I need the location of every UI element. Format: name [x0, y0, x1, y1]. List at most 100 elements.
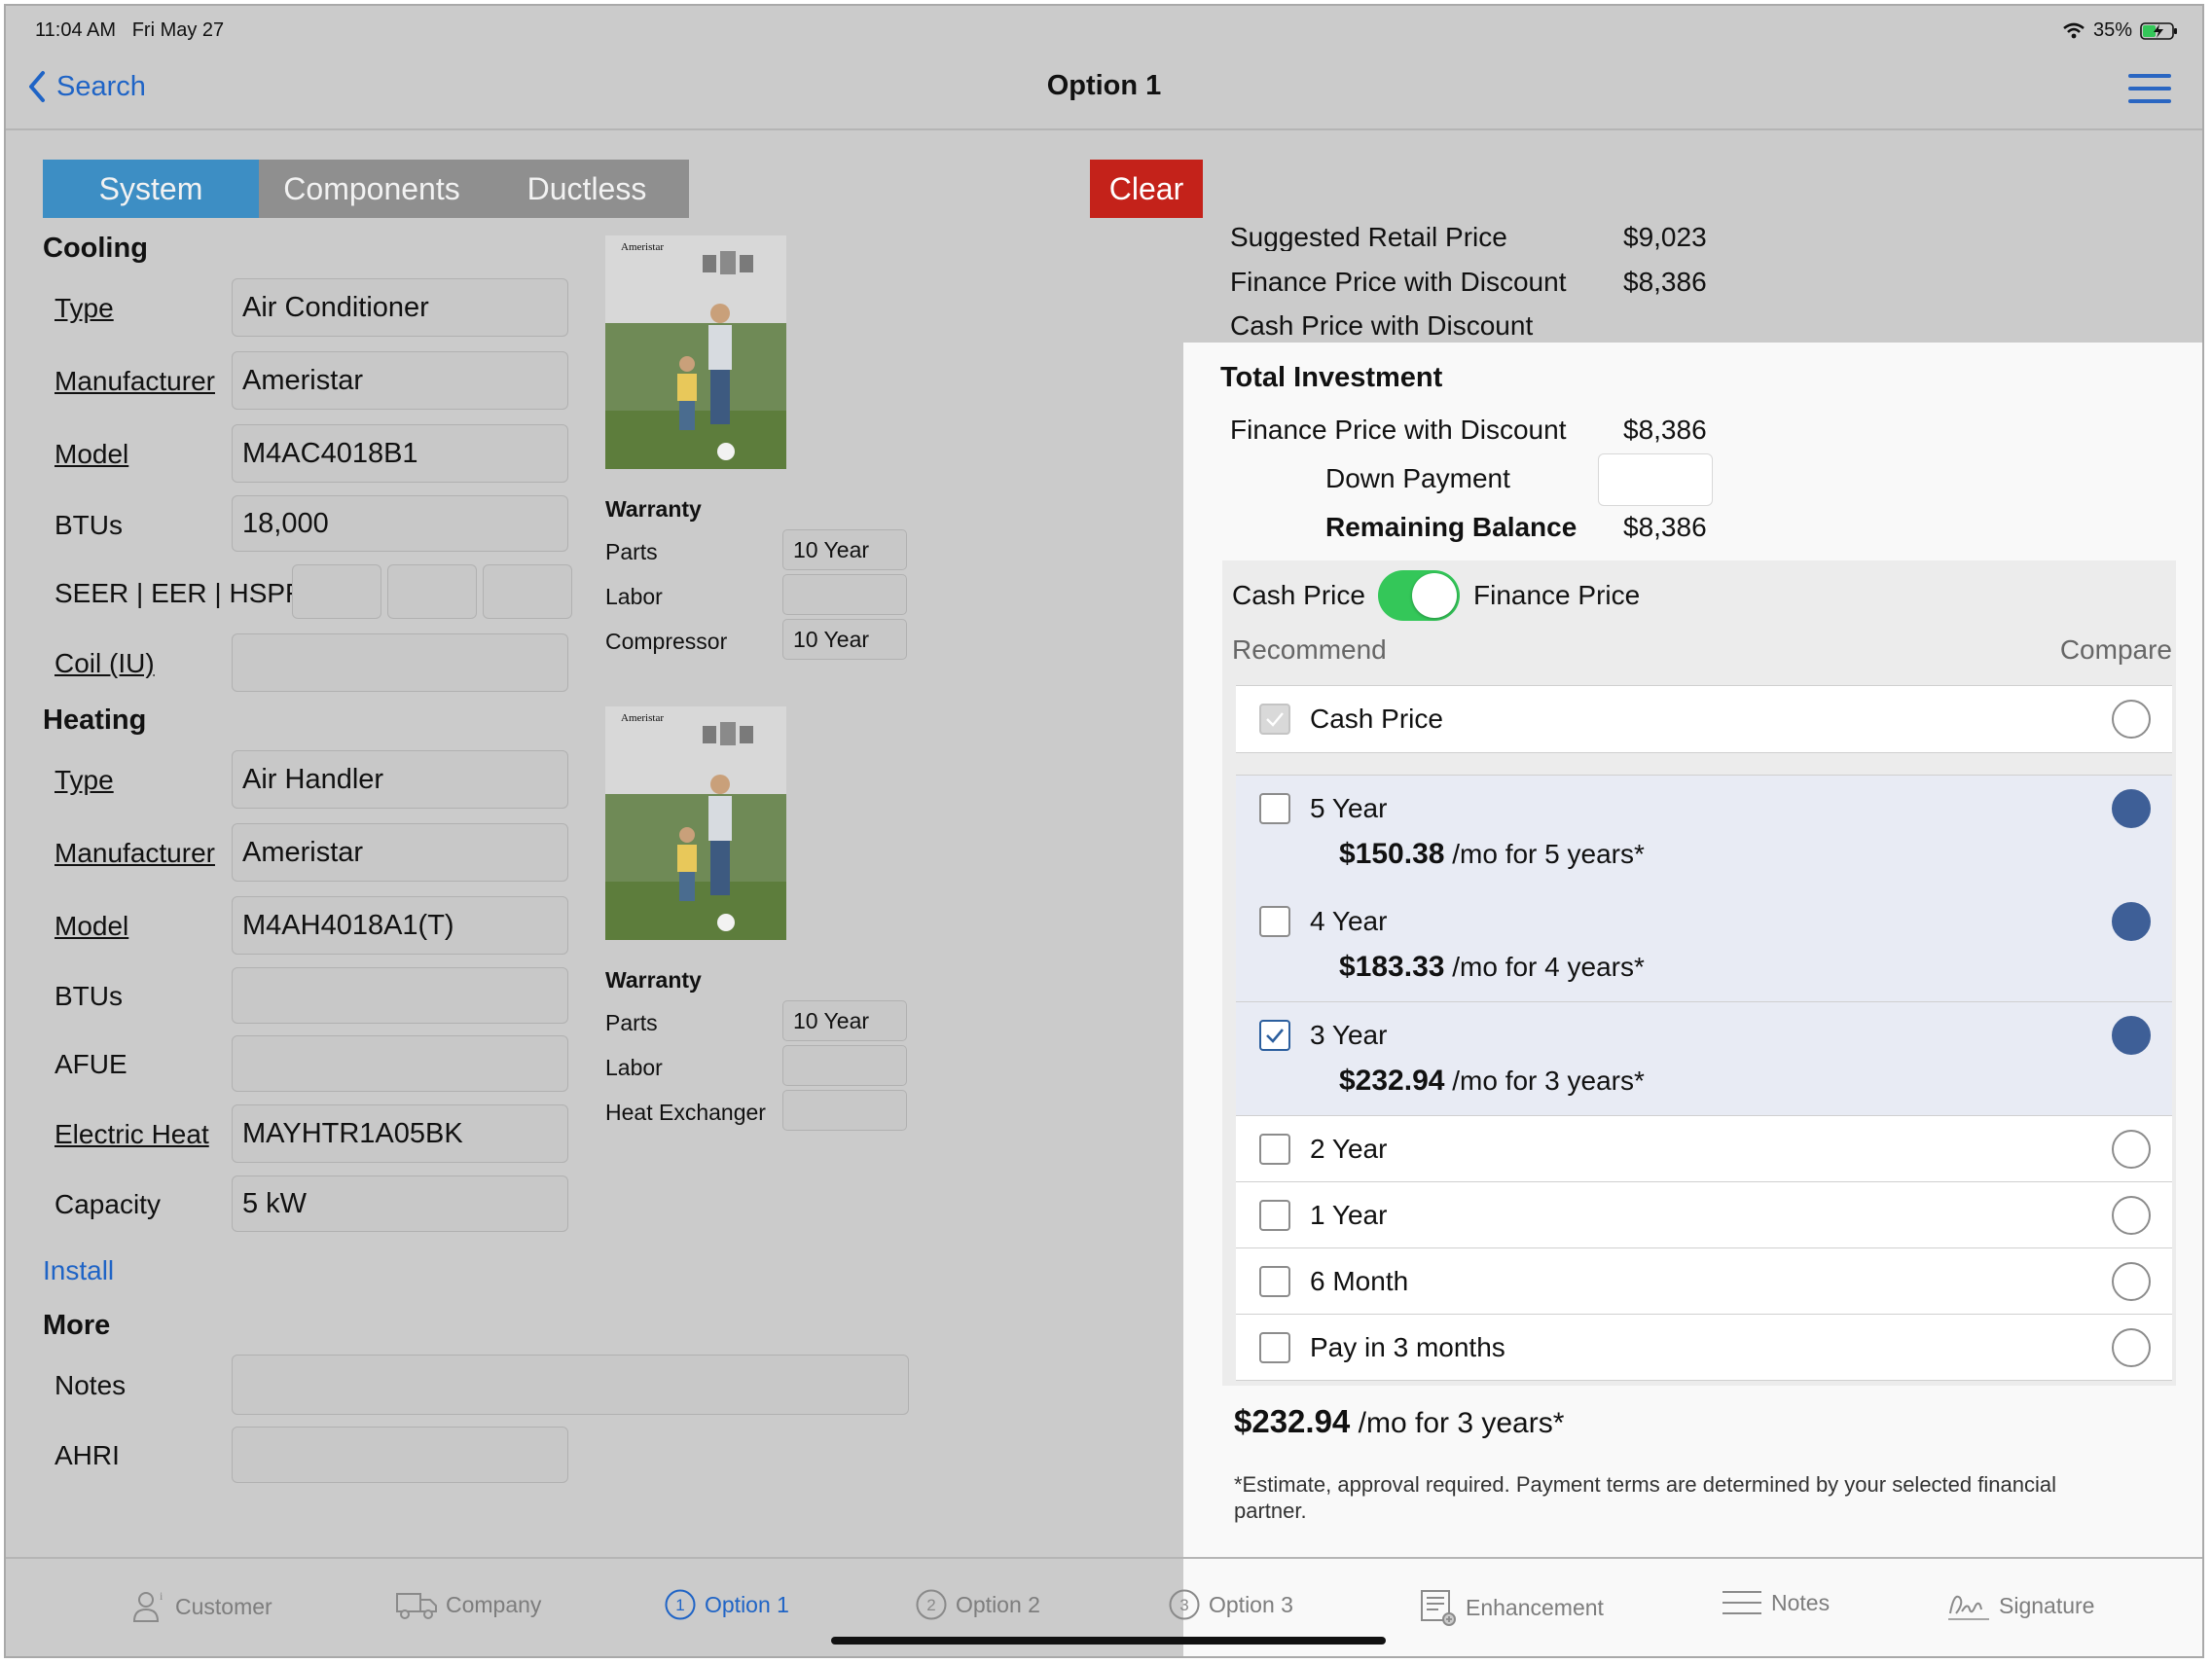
- option-row-pay-in-3-months[interactable]: Pay in 3 months: [1236, 1315, 2172, 1381]
- cash-finance-toggle[interactable]: [1378, 570, 1460, 621]
- compare-radio[interactable]: [2112, 902, 2151, 941]
- compare-radio[interactable]: [2112, 700, 2151, 739]
- seer-field[interactable]: [292, 564, 381, 619]
- tab-option-3[interactable]: 3 Option 3: [1168, 1588, 1293, 1621]
- option-row-4-year[interactable]: 4 Year $183.33 /mo for 4 years*: [1236, 888, 2172, 1002]
- down-payment-input[interactable]: [1598, 453, 1713, 506]
- finance-discount-value: $8,386: [1623, 415, 1707, 445]
- check-icon: [1266, 1029, 1284, 1043]
- svg-text:3: 3: [1179, 1596, 1188, 1614]
- cooling-type-label[interactable]: Type: [54, 293, 114, 324]
- toggle-cash-label: Cash Price: [1232, 580, 1365, 610]
- coil-field[interactable]: [232, 633, 568, 692]
- tab-option-1[interactable]: 1 Option 1: [664, 1588, 789, 1621]
- tab-components[interactable]: Components: [259, 160, 485, 218]
- option-row-3-year[interactable]: 3 Year $232.94 /mo for 3 years*: [1236, 1002, 2172, 1116]
- tab-notes[interactable]: Notes: [1721, 1588, 1830, 1617]
- status-time: 11:04 AM Fri May 27: [35, 19, 225, 41]
- heating-manufacturer-label[interactable]: Manufacturer: [54, 838, 215, 869]
- summary-amount: $232.94: [1234, 1403, 1351, 1439]
- tab-option-2[interactable]: 2 Option 2: [915, 1588, 1040, 1621]
- heating-model-field[interactable]: M4AH4018A1(T): [232, 896, 568, 955]
- coil-label[interactable]: Coil (IU): [54, 648, 155, 679]
- compare-radio[interactable]: [2112, 1130, 2151, 1169]
- financing-options-panel: Cash Price Finance Price Recommend Compa…: [1222, 560, 2176, 1386]
- tab-company[interactable]: Company: [395, 1588, 541, 1621]
- option-payment: $150.38 /mo for 5 years*: [1339, 838, 1645, 871]
- heating-model-label[interactable]: Model: [54, 911, 128, 942]
- cooling-labor-field[interactable]: [782, 574, 907, 615]
- afue-field[interactable]: [232, 1035, 568, 1092]
- option-name: 1 Year: [1310, 1200, 1388, 1230]
- compare-radio[interactable]: [2112, 789, 2151, 828]
- tab-enhancement[interactable]: Enhancement: [1419, 1588, 1604, 1627]
- tab-label: Signature: [1999, 1592, 2095, 1618]
- tab-signature[interactable]: Signature: [1946, 1588, 2094, 1623]
- option-term: /mo for 4 years*: [1452, 952, 1645, 982]
- install-link[interactable]: Install: [43, 1255, 114, 1286]
- cooling-model-field[interactable]: M4AC4018B1: [232, 424, 568, 483]
- cooling-manufacturer-field[interactable]: Ameristar: [232, 351, 568, 410]
- option-row-6-month[interactable]: 6 Month: [1236, 1248, 2172, 1315]
- option-name: 4 Year: [1310, 906, 1388, 936]
- seer-eer-hspf-label: SEER | EER | HSPF: [54, 578, 303, 608]
- option-row-2-year[interactable]: 2 Year: [1236, 1116, 2172, 1182]
- compare-radio[interactable]: [2112, 1328, 2151, 1367]
- segment-control: System Components Ductless: [43, 160, 689, 218]
- recommend-checkbox[interactable]: [1259, 1332, 1290, 1363]
- clear-button[interactable]: Clear: [1090, 160, 1203, 218]
- compare-radio[interactable]: [2112, 1016, 2151, 1055]
- heating-type-field[interactable]: Air Handler: [232, 750, 568, 809]
- cooling-type-field[interactable]: Air Conditioner: [232, 278, 568, 337]
- heating-btus-field[interactable]: [232, 967, 568, 1024]
- eer-field[interactable]: [387, 564, 477, 619]
- cooling-parts-field[interactable]: 10 Year: [782, 529, 907, 570]
- recommend-checkbox[interactable]: [1259, 1134, 1290, 1165]
- menu-icon[interactable]: [2128, 74, 2171, 103]
- battery-icon: [2140, 21, 2177, 40]
- home-indicator[interactable]: [831, 1637, 1386, 1645]
- tab-system[interactable]: System: [43, 160, 259, 218]
- recommend-checkbox[interactable]: [1259, 793, 1290, 824]
- compare-radio[interactable]: [2112, 1196, 2151, 1235]
- option-row-cash-price[interactable]: Cash Price: [1236, 685, 2172, 753]
- recommend-checkbox[interactable]: [1259, 906, 1290, 937]
- heating-brochure-image[interactable]: Ameristar: [605, 706, 786, 940]
- heating-parts-field[interactable]: 10 Year: [782, 1000, 907, 1041]
- option-name: Cash Price: [1310, 704, 1443, 734]
- cash-discount-label-bg: Cash Price with Discount: [1230, 310, 1534, 341]
- tab-ductless[interactable]: Ductless: [485, 160, 689, 218]
- down-payment-label: Down Payment: [1325, 463, 1510, 493]
- ahri-field[interactable]: [232, 1427, 568, 1483]
- brochure-brand: Ameristar: [621, 241, 664, 253]
- notes-field[interactable]: [232, 1355, 909, 1415]
- capacity-field[interactable]: 5 kW: [232, 1175, 568, 1232]
- recommend-checkbox[interactable]: [1259, 1200, 1290, 1231]
- cooling-model-label[interactable]: Model: [54, 439, 128, 470]
- app-screen: 11:04 AM Fri May 27 35% Search Option 1 …: [4, 4, 2204, 1658]
- cooling-btus-field[interactable]: 18,000: [232, 495, 568, 552]
- heating-labor-field[interactable]: [782, 1045, 907, 1086]
- enhancement-icon: [1421, 1590, 1456, 1626]
- cooling-brochure-image[interactable]: Ameristar: [605, 235, 786, 469]
- circle-3-icon: 3: [1169, 1589, 1200, 1620]
- compressor-field[interactable]: 10 Year: [782, 619, 907, 660]
- electric-heat-field[interactable]: MAYHTR1A05BK: [232, 1104, 568, 1163]
- heat-exchanger-field[interactable]: [782, 1090, 907, 1131]
- cooling-warranty-title: Warranty: [605, 496, 702, 522]
- option-row-5-year[interactable]: 5 Year $150.38 /mo for 5 years*: [1236, 775, 2172, 889]
- recommend-checkbox[interactable]: [1259, 1020, 1290, 1051]
- cooling-parts-label: Parts: [605, 539, 658, 564]
- tab-customer[interactable]: i Customer: [130, 1588, 272, 1625]
- recommend-checkbox[interactable]: [1259, 1266, 1290, 1297]
- option-name: 2 Year: [1310, 1134, 1388, 1164]
- electric-heat-label[interactable]: Electric Heat: [54, 1119, 209, 1150]
- total-investment-title: Total Investment: [1220, 362, 1443, 393]
- cooling-manufacturer-label[interactable]: Manufacturer: [54, 366, 215, 397]
- recommend-checkbox[interactable]: [1259, 704, 1290, 735]
- option-row-1-year[interactable]: 1 Year: [1236, 1182, 2172, 1248]
- heating-type-label[interactable]: Type: [54, 765, 114, 796]
- heating-manufacturer-field[interactable]: Ameristar: [232, 823, 568, 882]
- compare-radio[interactable]: [2112, 1262, 2151, 1301]
- hspf-field[interactable]: [483, 564, 572, 619]
